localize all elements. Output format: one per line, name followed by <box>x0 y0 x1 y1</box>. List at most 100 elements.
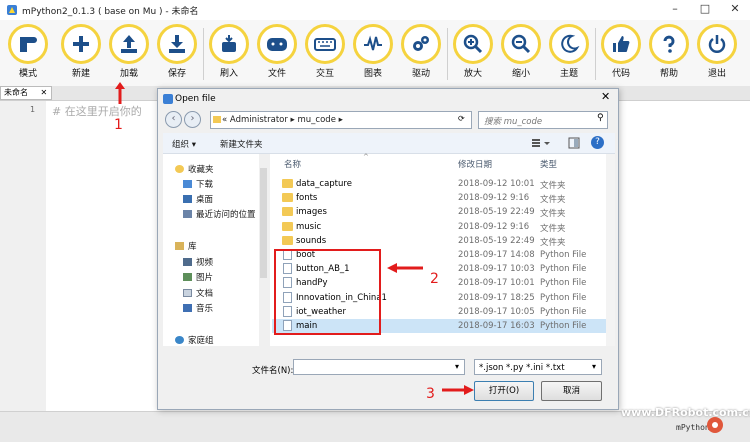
video-icon <box>183 258 192 266</box>
refresh-icon[interactable]: ⟳ <box>458 114 465 123</box>
annotation-arrow-left <box>387 263 423 273</box>
dialog-close-icon[interactable]: ✕ <box>601 90 610 103</box>
search-icon: ⚲ <box>597 113 604 123</box>
filename-input[interactable] <box>293 359 465 375</box>
repl-button[interactable]: 交互 <box>304 24 346 84</box>
file-type: Python File <box>540 321 587 331</box>
back-button[interactable]: ‹ <box>165 111 182 128</box>
nav-music[interactable]: 音乐 <box>183 302 213 314</box>
library-icon <box>175 242 184 250</box>
window-title: mPython2_0.1.3 ( base on Mu ) - 未命名 <box>22 7 199 17</box>
nav-libraries[interactable]: 库 <box>175 240 197 252</box>
file-name: music <box>296 222 322 232</box>
file-name: data_capture <box>296 179 352 189</box>
tab-untitled[interactable]: 未命名 ✕ <box>0 86 52 100</box>
board-icon <box>267 38 287 51</box>
file-type: Python File <box>540 307 587 317</box>
code-label: 代码 <box>611 69 630 79</box>
file-type-dropdown-icon[interactable]: ▾ <box>592 362 596 371</box>
mode-icon <box>20 37 37 52</box>
help-icon[interactable]: ? <box>591 136 604 149</box>
file-date: 2018-09-17 10:01 <box>458 278 535 288</box>
view-menu-icon[interactable] <box>530 137 556 149</box>
file-list-scrollbar[interactable] <box>606 154 615 346</box>
quit-button[interactable]: 退出 <box>696 24 738 84</box>
filename-dropdown-icon[interactable]: ▾ <box>455 362 459 371</box>
nav-videos[interactable]: 视频 <box>183 256 213 268</box>
open-button[interactable]: 打开(O) <box>474 381 534 401</box>
nav-favorites[interactable]: 收藏夹 <box>175 163 214 175</box>
thumbs-up-icon <box>613 36 630 52</box>
zoom-out-label: 缩小 <box>511 69 530 79</box>
column-type[interactable]: 类型 <box>540 158 557 170</box>
file-date: 2018-09-17 16:03 <box>458 321 535 331</box>
folder-icon <box>282 193 293 202</box>
folder-icon <box>282 222 293 231</box>
toolbar: 模式 新建 加载 保存 刷入 文件 交互 图表 驱动 放大 缩小 主题 代码 帮… <box>0 20 750 86</box>
nav-documents[interactable]: 文档 <box>183 287 213 299</box>
document-icon <box>183 289 192 297</box>
file-type-value: *.json *.py *.ini *.txt <box>479 363 565 373</box>
files-button[interactable]: 文件 <box>256 24 298 84</box>
zoom-in-button[interactable]: 放大 <box>452 24 494 84</box>
column-name[interactable]: 名称 <box>284 158 301 170</box>
mode-label: 模式 <box>18 69 37 79</box>
annotation-highlight-box <box>274 249 381 335</box>
file-date: 2018-09-17 14:08 <box>458 250 535 260</box>
flash-button[interactable]: 刷入 <box>208 24 250 84</box>
new-button[interactable]: 新建 <box>60 24 102 84</box>
file-date: 2018-05-19 22:49 <box>458 207 535 217</box>
driver-button[interactable]: 驱动 <box>400 24 442 84</box>
theme-button[interactable]: 主题 <box>548 24 590 84</box>
close-button[interactable]: ✕ <box>724 0 746 18</box>
new-label: 新建 <box>71 69 90 79</box>
preview-pane-icon[interactable] <box>568 137 580 149</box>
save-button[interactable]: 保存 <box>156 24 198 84</box>
nav-pictures[interactable]: 图片 <box>183 271 213 283</box>
plotter-label: 图表 <box>363 69 382 79</box>
nav-documents-label: 文档 <box>196 289 214 299</box>
file-type: Python File <box>540 293 587 303</box>
music-icon <box>183 304 192 312</box>
nav-pictures-label: 图片 <box>196 273 214 283</box>
folder-icon <box>282 236 293 245</box>
file-type: 文件夹 <box>540 209 566 219</box>
organize-button[interactable]: 组织 ▾ <box>172 138 196 150</box>
plotter-button[interactable]: 图表 <box>352 24 394 84</box>
nav-videos-label: 视频 <box>196 258 214 268</box>
nav-scrollbar-thumb[interactable] <box>260 168 267 278</box>
forward-button[interactable]: › <box>184 111 201 128</box>
moon-icon <box>561 34 580 53</box>
keyboard-icon <box>314 38 336 51</box>
file-date: 2018-09-17 10:03 <box>458 264 535 274</box>
cancel-button[interactable]: 取消 <box>541 381 602 401</box>
search-placeholder: 搜索 mu_code <box>484 117 543 127</box>
annotation-arrow-up <box>115 82 125 104</box>
help-label: 帮助 <box>659 69 678 79</box>
zoom-out-button[interactable]: 缩小 <box>500 24 542 84</box>
nav-homegroup[interactable]: 家庭组 <box>175 334 214 346</box>
load-button[interactable]: 加载 <box>108 24 150 84</box>
toolbar-divider <box>447 28 448 80</box>
column-date[interactable]: 修改日期 <box>458 158 492 170</box>
help-button[interactable]: 帮助 <box>648 24 690 84</box>
filename-label: 文件名(N): <box>252 366 294 376</box>
nav-downloads[interactable]: 下载 <box>183 178 213 190</box>
navigation-pane: 收藏夹 下载 桌面 最近访问的位置 库 视频 图片 文档 音乐 家庭组 <box>163 154 261 346</box>
driver-label: 驱动 <box>411 69 430 79</box>
maximize-button[interactable]: □ <box>694 0 716 18</box>
file-type: 文件夹 <box>540 238 566 248</box>
file-type: Python File <box>540 250 587 260</box>
minimize-button[interactable]: – <box>664 0 686 18</box>
new-folder-button[interactable]: 新建文件夹 <box>220 138 263 150</box>
mode-button[interactable]: 模式 <box>7 24 49 84</box>
nav-recent[interactable]: 最近访问的位置 <box>183 208 256 220</box>
code-button[interactable]: 代码 <box>600 24 642 84</box>
tab-close-icon[interactable]: ✕ <box>41 88 48 97</box>
file-type: 文件夹 <box>540 224 566 234</box>
flash-icon <box>222 35 236 52</box>
file-type: 文件夹 <box>540 181 566 191</box>
folder-icon <box>282 207 293 216</box>
nav-desktop[interactable]: 桌面 <box>183 193 213 205</box>
star-icon <box>175 165 184 173</box>
